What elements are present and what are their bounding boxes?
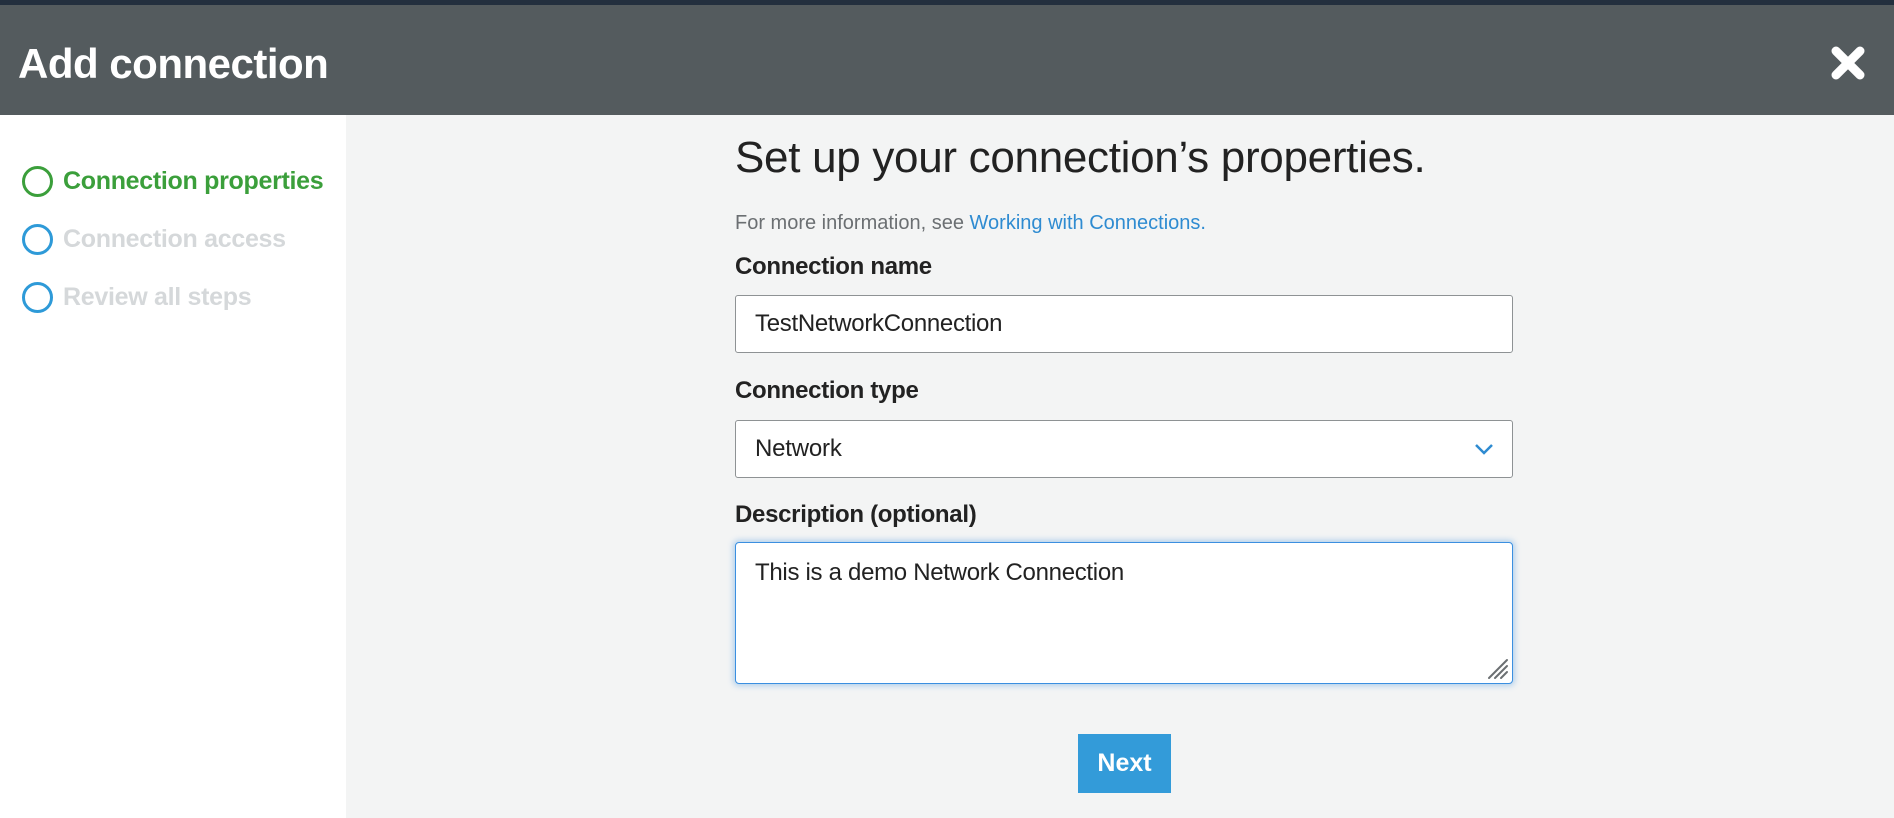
description-textarea[interactable]: This is a demo Network Connection bbox=[736, 543, 1512, 683]
close-button[interactable] bbox=[1826, 41, 1870, 85]
resize-handle-icon[interactable] bbox=[1485, 656, 1509, 680]
working-with-connections-link[interactable]: Working with Connections. bbox=[970, 212, 1206, 234]
dialog-title: Add connection bbox=[18, 40, 329, 87]
step-circle-icon bbox=[22, 165, 53, 197]
wizard-steps-sidebar: Connection properties Connection access … bbox=[0, 115, 346, 818]
dialog-header: Add connection bbox=[0, 5, 1894, 115]
step-circle-icon bbox=[22, 223, 53, 255]
step-circle-icon bbox=[22, 281, 53, 313]
connection-name-label: Connection name bbox=[735, 253, 932, 280]
chevron-down-icon bbox=[1474, 441, 1494, 457]
info-text: For more information, see Working with C… bbox=[735, 210, 1206, 236]
step-label: Connection access bbox=[63, 224, 286, 253]
step-label: Connection properties bbox=[63, 166, 324, 195]
connection-name-input[interactable] bbox=[735, 295, 1513, 353]
info-prefix: For more information, see bbox=[735, 212, 970, 234]
close-x-icon bbox=[1831, 46, 1865, 80]
page-title: Set up your connection’s properties. bbox=[735, 133, 1426, 182]
step-connection-properties[interactable]: Connection properties bbox=[22, 165, 324, 197]
step-label: Review all steps bbox=[63, 282, 252, 311]
connection-type-label: Connection type bbox=[735, 377, 919, 404]
next-button[interactable]: Next bbox=[1078, 734, 1171, 793]
main-content: Set up your connection’s properties. For… bbox=[346, 115, 1894, 818]
step-connection-access[interactable]: Connection access bbox=[22, 223, 286, 255]
description-label: Description (optional) bbox=[735, 501, 977, 528]
step-review-all-steps[interactable]: Review all steps bbox=[22, 281, 252, 313]
connection-type-select[interactable]: Network bbox=[735, 420, 1513, 478]
connection-type-value: Network bbox=[755, 435, 842, 462]
description-field[interactable]: This is a demo Network Connection bbox=[735, 542, 1513, 684]
